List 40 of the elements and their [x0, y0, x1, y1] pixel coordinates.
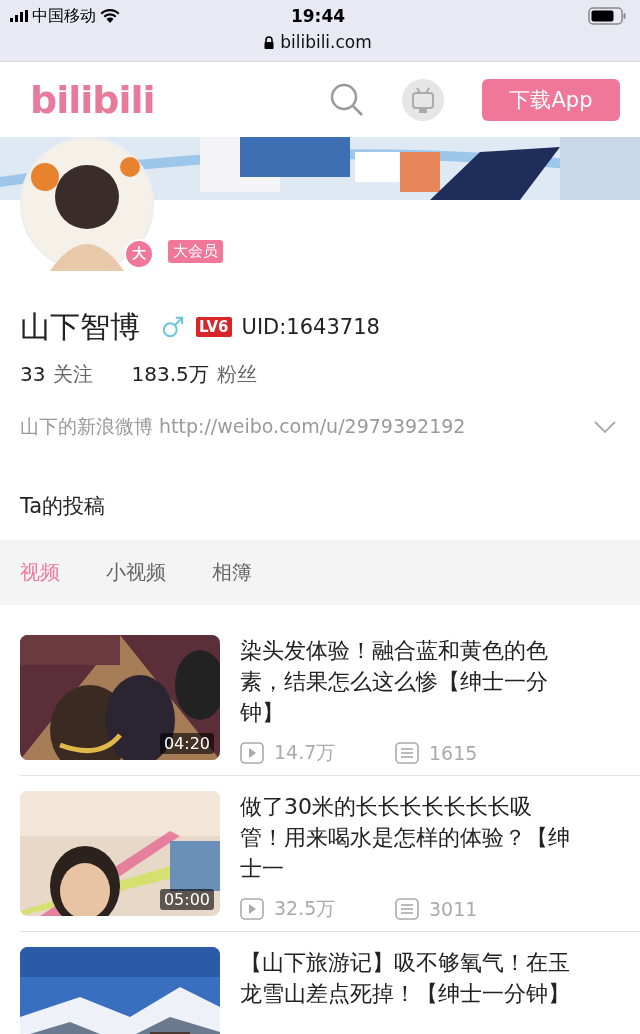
bio-text: 山下的新浪微博 http://weibo.com/u/2979392192 [20, 414, 466, 439]
video-card[interactable]: 05:00 做了30米的长长长长长长长吸管！用来喝水是怎样的体验？【绅士一 32.5万 3011 [20, 791, 640, 932]
video-title: 做了30米的长长长长长长长吸管！用来喝水是怎样的体验？【绅士一 [240, 793, 571, 883]
url-text: bilibili.com [280, 32, 372, 52]
video-title: 染头发体验！融合蓝和黄色的色素，结果怎么这么惨【绅士一分钟】 [240, 637, 549, 727]
comment-icon [395, 898, 419, 920]
user-id: UID:1643718 [241, 315, 380, 339]
carrier-name: 中国移动 [32, 5, 96, 27]
wifi-icon [100, 9, 120, 23]
section-title: Ta的投稿 [19, 493, 107, 520]
view-count: 14.7万 [274, 740, 336, 765]
video-card[interactable]: 04:20 染头发体验！融合蓝和黄色的色素，结果怎么这么惨【绅士一分钟】 14.7万 1615 [20, 635, 640, 776]
member-badge: 大 [124, 239, 154, 269]
battery-icon [588, 7, 626, 25]
video-duration: 05:00 [159, 889, 214, 910]
user-name: 山下智博 [20, 307, 140, 346]
signal-icon [10, 10, 28, 22]
search-icon [330, 82, 364, 117]
account-avatar-icon [402, 78, 444, 121]
play-icon [240, 898, 264, 920]
video-title: 【山下旅游记】吸不够氧气！在玉龙雪山差点死掉！【绅士一分钟】 [240, 949, 571, 1008]
followers-label: 粉丝 [216, 361, 257, 388]
male-icon [162, 316, 184, 338]
clock-time: 19:44 [290, 6, 346, 26]
comment-count: 3011 [429, 898, 478, 920]
comment-icon [395, 742, 419, 764]
vip-badge: 大会员 [168, 240, 223, 263]
bilibili-logo[interactable]: bilibili [30, 77, 155, 122]
tab[interactable]: 相簿 [212, 559, 252, 586]
view-count: 32.5万 [274, 896, 336, 921]
following-label: 关注 [53, 361, 94, 388]
following-count: 33 [20, 362, 46, 386]
lock-icon [264, 35, 275, 49]
followers-count: 183.5万 [131, 361, 209, 388]
play-icon [240, 742, 264, 764]
level-badge: LV6 [196, 317, 232, 337]
comment-count: 1615 [429, 742, 478, 764]
video-duration: 04:20 [159, 733, 214, 754]
video-card[interactable]: 【山下旅游记】吸不够氧气！在玉龙雪山差点死掉！【绅士一分钟】 [20, 947, 640, 1034]
tab[interactable]: 小视频 [106, 559, 166, 586]
